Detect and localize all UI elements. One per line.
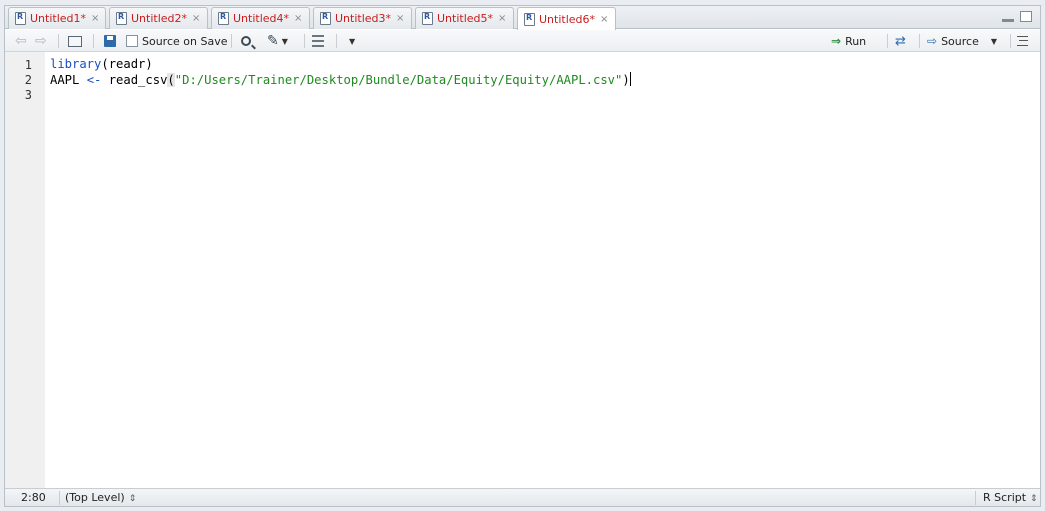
tab-label: Untitled2*: [131, 12, 188, 25]
magic-wand-icon: ✎: [267, 33, 279, 49]
chevron-down-icon[interactable]: ▼: [991, 37, 997, 46]
tab-untitled2[interactable]: Untitled2* ×: [109, 7, 208, 29]
r-file-icon: [320, 12, 331, 25]
close-icon[interactable]: ×: [294, 13, 302, 24]
line-number: 3: [24, 88, 32, 102]
code-editor[interactable]: library(readr) AAPL <- read_csv("D:/User…: [50, 52, 1040, 489]
close-icon[interactable]: ×: [192, 13, 200, 24]
r-file-icon: [524, 12, 535, 26]
source-on-save-toggle[interactable]: Source on Save: [126, 33, 227, 49]
close-icon[interactable]: ×: [396, 13, 404, 24]
run-button[interactable]: ⇒ Run: [831, 33, 866, 49]
tab-label: Untitled5*: [437, 12, 494, 25]
assign-operator-token: <-: [86, 73, 102, 87]
open-paren-token: (: [167, 73, 175, 87]
rerun-button[interactable]: ⇄: [895, 33, 906, 49]
scope-selector[interactable]: (Top Level) ⇕: [65, 491, 136, 505]
code-line-1: library(readr): [50, 57, 153, 72]
r-file-icon: [116, 12, 127, 25]
search-icon: [241, 36, 251, 46]
tab-label: Untitled4*: [233, 12, 290, 25]
toolbar-divider: [887, 34, 888, 48]
tab-untitled1[interactable]: Untitled1* ×: [8, 7, 106, 29]
tab-label: Untitled6*: [539, 12, 596, 26]
tab-untitled6[interactable]: Untitled6* ×: [517, 7, 616, 30]
minimize-icon[interactable]: [1002, 19, 1014, 22]
status-divider: [975, 491, 976, 505]
tab-label: Untitled3*: [335, 12, 392, 25]
updown-icon: ⇕: [128, 494, 137, 504]
back-arrow-icon: ⇦: [15, 33, 27, 49]
r-file-icon: [15, 12, 26, 25]
show-in-window-button[interactable]: [68, 33, 82, 49]
tab-label: Untitled1*: [30, 12, 87, 25]
find-replace-button[interactable]: [241, 33, 251, 49]
chevron-down-icon: ▼: [349, 36, 356, 46]
cursor-position: 2:80: [21, 491, 46, 504]
toolbar-divider: [304, 34, 305, 48]
back-button[interactable]: ⇦: [15, 33, 27, 49]
run-arrow-icon: ⇒: [831, 34, 842, 48]
toolbar-divider: [919, 34, 920, 48]
forward-arrow-icon: ⇨: [35, 33, 47, 49]
function-token: library: [50, 57, 102, 71]
pane-window-controls: [1002, 11, 1032, 22]
editor-toolbar: ⇦ ⇨ Source on Save ✎ ▼ ▼ ⇒ Run ⇄ ⇨ Sourc…: [5, 30, 1040, 52]
file-type-label: R Script: [983, 491, 1027, 504]
toolbar-divider: [93, 34, 94, 48]
r-file-icon: [422, 12, 433, 25]
outline-icon: [1017, 36, 1028, 46]
scope-label: (Top Level): [65, 491, 125, 504]
toolbar-divider: [1010, 34, 1011, 48]
code-tools-button[interactable]: ✎ ▼: [267, 33, 288, 49]
document-outline-button[interactable]: [1017, 33, 1028, 49]
file-type-selector[interactable]: R Script ⇕: [983, 491, 1038, 505]
source-label: Source: [941, 34, 979, 48]
new-window-icon: [68, 35, 82, 47]
code-line-2: AAPL <- read_csv("D:/Users/Trainer/Deskt…: [50, 72, 631, 87]
more-options-button[interactable]: ▼: [346, 33, 355, 49]
tab-untitled4[interactable]: Untitled4* ×: [211, 7, 310, 29]
source-arrow-icon: ⇨: [927, 34, 938, 48]
tab-untitled3[interactable]: Untitled3* ×: [313, 7, 412, 29]
tab-untitled5[interactable]: Untitled5* ×: [415, 7, 514, 29]
close-paren-token: ): [622, 73, 630, 87]
updown-icon: ⇕: [1030, 494, 1038, 504]
source-button[interactable]: ⇨ Source ▼: [927, 33, 997, 49]
editor-status-bar: 2:80 (Top Level) ⇕ R Script ⇕: [5, 488, 1040, 506]
text-cursor: [629, 72, 631, 86]
chevron-down-icon: ▼: [281, 36, 288, 46]
save-icon: [104, 35, 116, 47]
toolbar-divider: [231, 34, 232, 48]
line-number: 2: [24, 73, 32, 87]
toolbar-divider: [58, 34, 59, 48]
line-number: 1: [24, 58, 32, 72]
status-divider: [59, 491, 60, 505]
variable-token: AAPL: [50, 73, 87, 87]
toolbar-divider: [336, 34, 337, 48]
forward-button[interactable]: ⇨: [35, 33, 47, 49]
source-on-save-checkbox[interactable]: [126, 35, 138, 47]
string-token: "D:/Users/Trainer/Desktop/Bundle/Data/Eq…: [174, 73, 623, 87]
save-button[interactable]: [104, 33, 116, 49]
close-icon[interactable]: ×: [600, 14, 608, 25]
maximize-icon[interactable]: [1020, 11, 1032, 22]
run-label: Run: [845, 34, 867, 48]
function-token: read_csv: [101, 73, 168, 87]
argument-token: (readr): [101, 57, 153, 71]
line-number-gutter: 1 2 3: [5, 52, 45, 489]
compile-report-button[interactable]: [312, 33, 324, 49]
source-editor-pane: Untitled1* × Untitled2* × Untitled4* × U…: [4, 5, 1041, 507]
editor-tab-bar: Untitled1* × Untitled2* × Untitled4* × U…: [5, 6, 1040, 30]
close-icon[interactable]: ×: [498, 13, 506, 24]
source-on-save-label: Source on Save: [142, 34, 228, 48]
notebook-icon: [312, 35, 324, 47]
r-file-icon: [218, 12, 229, 25]
close-icon[interactable]: ×: [91, 13, 99, 24]
rerun-icon: ⇄: [895, 33, 906, 49]
